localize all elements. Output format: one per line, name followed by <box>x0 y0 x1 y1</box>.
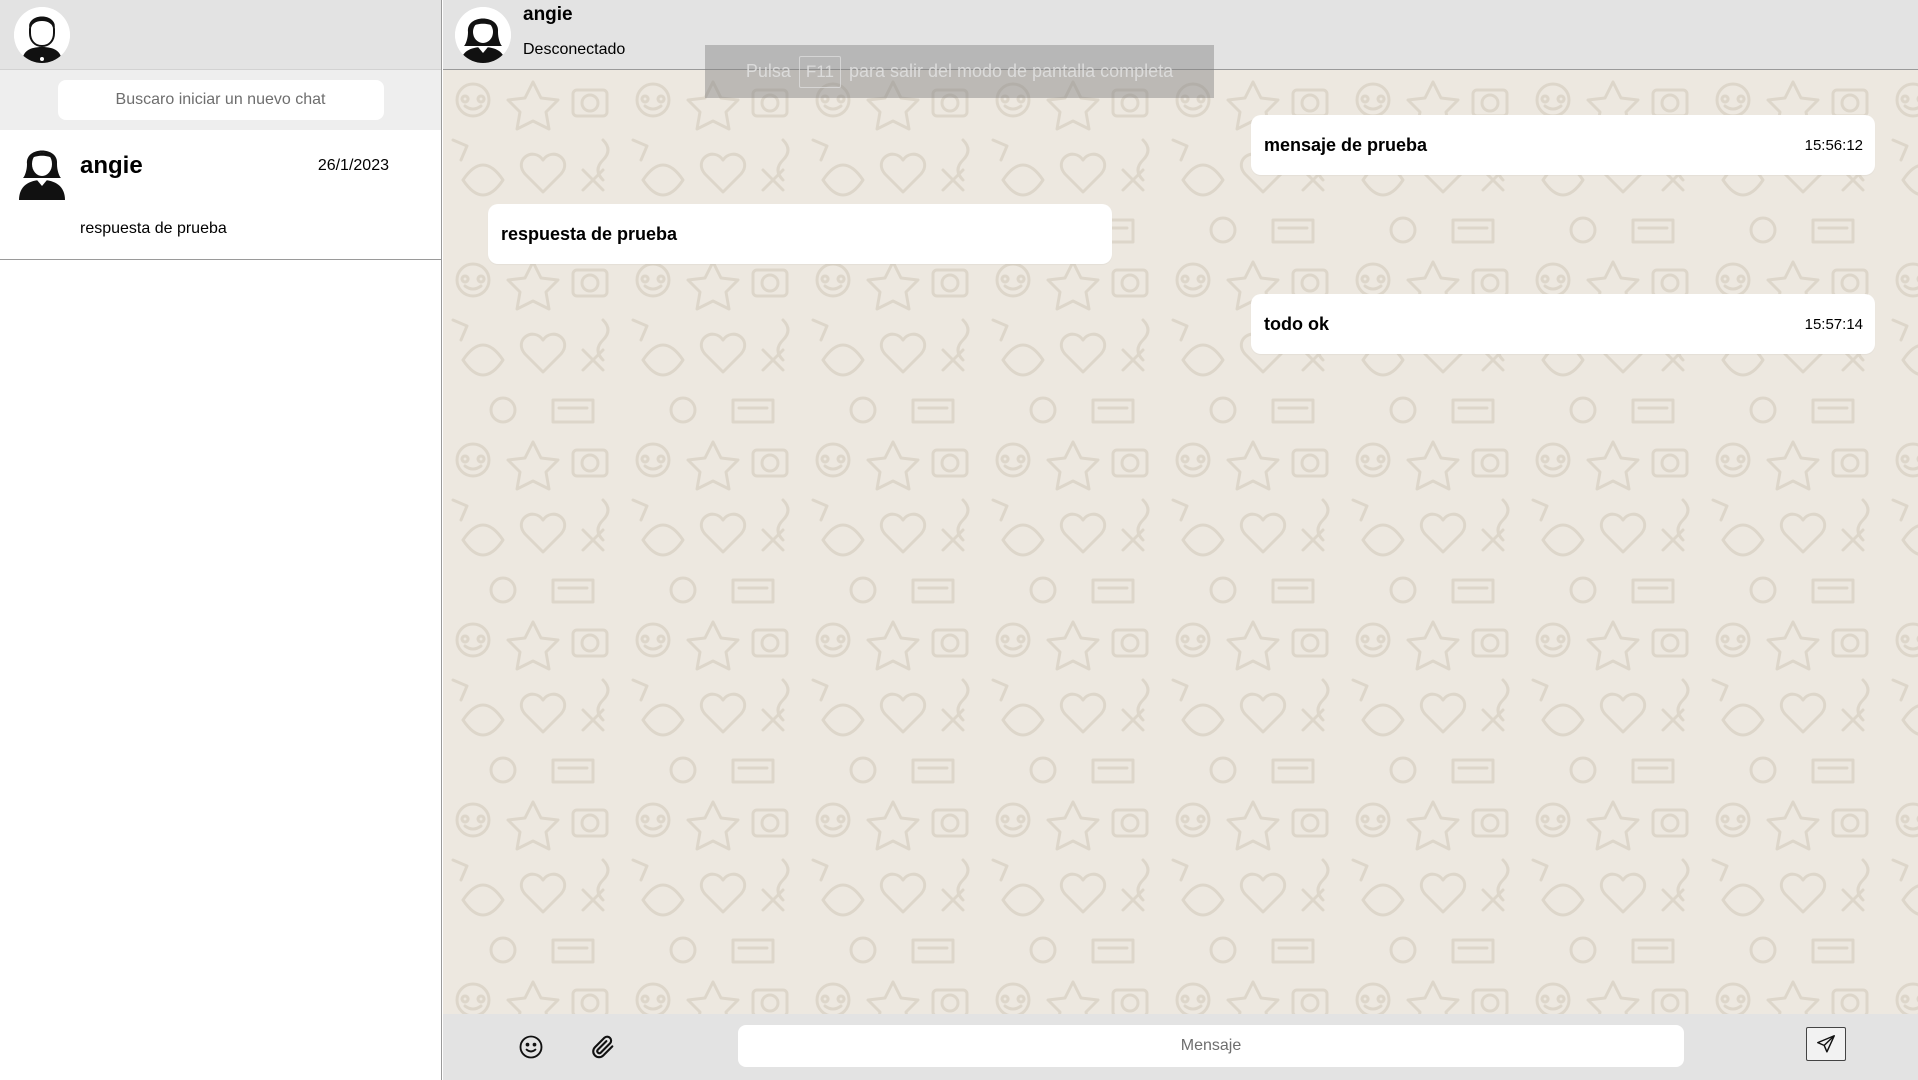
search-input[interactable] <box>57 80 384 120</box>
smiley-icon[interactable] <box>517 1033 545 1061</box>
chat-item-last-message: respuesta de prueba <box>80 220 227 237</box>
fullscreen-notice-prefix: Pulsa <box>745 61 791 81</box>
fullscreen-key: F11 <box>798 55 841 88</box>
message-bubble-outgoing: todo ok 15:57:14 <box>1251 294 1875 354</box>
chat-list-item[interactable]: angie 26/1/2023 respuesta de prueba <box>0 130 441 260</box>
message-bubble-outgoing: mensaje de prueba 15:56:12 <box>1251 115 1875 175</box>
user-avatar-icon <box>14 6 70 63</box>
composer-bar <box>443 1014 1918 1080</box>
message-area: mensaje de prueba 15:56:12 respuesta de … <box>443 70 1918 1014</box>
sidebar-header <box>0 0 441 70</box>
user-avatar[interactable] <box>14 6 70 63</box>
female-avatar-icon <box>19 150 65 200</box>
conversation-panel: angie Desconectado mensaje de prueba 15:… <box>443 0 1918 1080</box>
chat-item-name: angie <box>80 152 143 179</box>
message-text: todo ok <box>1264 314 1329 334</box>
message-time: 15:56:12 <box>1804 137 1863 154</box>
sidebar: angie 26/1/2023 respuesta de prueba <box>0 0 442 1080</box>
message-input[interactable] <box>738 1025 1684 1067</box>
message-text: respuesta de prueba <box>501 224 678 244</box>
female-avatar-icon <box>455 7 511 63</box>
message-bubble-incoming: respuesta de prueba <box>488 204 1112 264</box>
chat-app: angie 26/1/2023 respuesta de prueba angi… <box>0 0 1918 1080</box>
send-button[interactable] <box>1806 1027 1846 1061</box>
chat-item-date: 26/1/2023 <box>317 157 389 174</box>
contact-avatar <box>15 138 69 200</box>
search-area <box>0 70 441 130</box>
paperclip-icon[interactable] <box>589 1033 617 1061</box>
contact-name: angie <box>523 4 573 25</box>
contact-status: Desconectado <box>523 41 626 58</box>
message-text: mensaje de prueba <box>1264 135 1428 155</box>
paper-plane-icon <box>1817 1035 1835 1053</box>
fullscreen-notification: Pulsa F11 para salir del modo de pantall… <box>705 45 1214 98</box>
fullscreen-notice-suffix: para salir del modo de pantalla completa <box>848 61 1174 81</box>
contact-avatar[interactable] <box>455 7 511 63</box>
message-time: 15:57:14 <box>1804 316 1863 333</box>
